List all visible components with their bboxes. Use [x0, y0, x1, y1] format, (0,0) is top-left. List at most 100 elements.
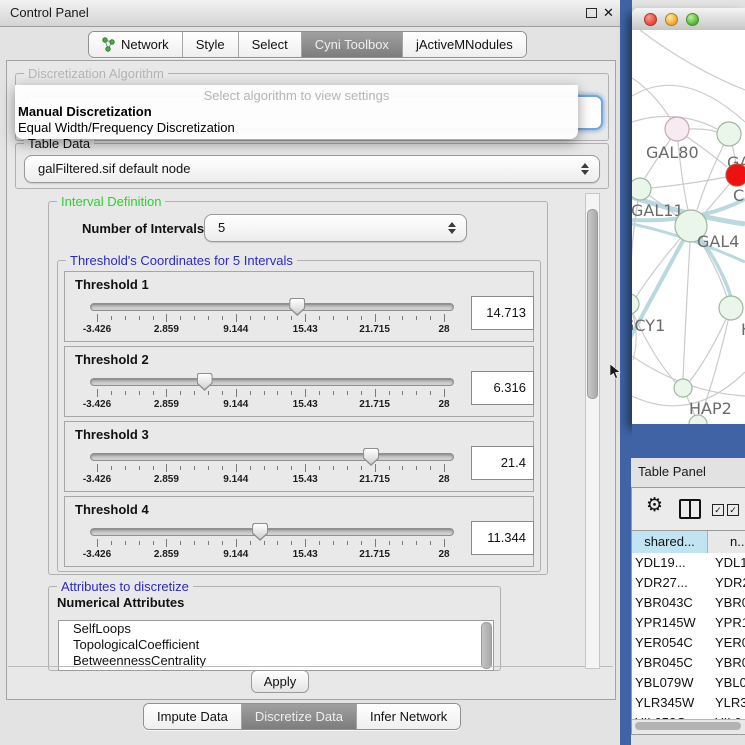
- slider-track[interactable]: [90, 303, 454, 311]
- slider-tick: [305, 464, 306, 472]
- network-node-c[interactable]: [726, 164, 745, 186]
- float-window-icon[interactable]: [586, 8, 597, 18]
- scrollbar-thumb[interactable]: [635, 722, 741, 730]
- slider-thumb[interactable]: [197, 373, 213, 391]
- cell-name[interactable]: YDL1: [710, 553, 745, 573]
- table-row[interactable]: YLR345WYLR3: [632, 693, 745, 713]
- algorithm-option-equal-width-frequency-discretization[interactable]: Equal Width/Frequency Discretization: [18, 120, 235, 135]
- attribute-item-topologicalcoefficient[interactable]: TopologicalCoefficient: [59, 637, 493, 653]
- slider-tick: [305, 539, 306, 547]
- slider-tick-label: 2.859: [154, 474, 179, 485]
- checkbox-icon[interactable]: ✓: [727, 504, 739, 516]
- cell-shared-name[interactable]: YDR27...: [632, 573, 710, 593]
- network-graph[interactable]: GAL80GACGAL11GAL4GCY1HHAP2: [632, 30, 745, 424]
- network-node-gcy1[interactable]: [632, 294, 639, 314]
- cell-shared-name[interactable]: YBR045C: [632, 653, 710, 673]
- slider-thumb[interactable]: [289, 298, 305, 316]
- table-row[interactable]: YER054CYER0: [632, 633, 745, 653]
- network-node-h[interactable]: [719, 296, 743, 320]
- column-header-shared-name[interactable]: shared...: [632, 531, 708, 553]
- table-row[interactable]: YDL19...YDL1: [632, 553, 745, 573]
- algorithm-option-manual-discretization[interactable]: Manual Discretization: [18, 104, 152, 119]
- slider-track[interactable]: [90, 378, 454, 386]
- slider-thumb[interactable]: [252, 523, 268, 541]
- network-node-hap2[interactable]: [674, 379, 692, 397]
- tab-infer-network[interactable]: Infer Network: [356, 704, 460, 729]
- number-of-intervals-combobox[interactable]: 5: [204, 214, 467, 242]
- network-edge[interactable]: [640, 30, 745, 90]
- minimize-traffic-light-icon[interactable]: [665, 13, 678, 26]
- network-edge[interactable]: [677, 130, 688, 210]
- network-icon: [102, 37, 115, 52]
- panel-vertical-scrollbar[interactable]: [585, 193, 600, 669]
- cell-name[interactable]: YER0: [710, 633, 745, 653]
- slider-tick-label: 28: [438, 399, 449, 410]
- cell-name[interactable]: YBR0: [710, 593, 745, 613]
- gear-icon[interactable]: ⚙: [646, 494, 663, 516]
- column-header-name[interactable]: n...: [708, 531, 745, 553]
- slider-thumb[interactable]: [363, 448, 379, 466]
- network-canvas[interactable]: GAL80GACGAL11GAL4GCY1HHAP2: [632, 30, 745, 424]
- table-horizontal-scrollbar[interactable]: [632, 719, 745, 733]
- network-edge[interactable]: [683, 226, 691, 379]
- list-scrollbar-thumb[interactable]: [481, 622, 492, 669]
- slider-tick: [180, 391, 181, 395]
- tab-discretize-data[interactable]: Discretize Data: [241, 704, 356, 729]
- numerical-attributes-list[interactable]: SelfLoopsTopologicalCoefficientBetweenne…: [58, 620, 494, 671]
- tab-impute-data[interactable]: Impute Data: [144, 704, 241, 729]
- threshold-value-field[interactable]: 14.713: [471, 296, 534, 330]
- table-row[interactable]: YBL079WYBL0: [632, 673, 745, 693]
- slider-track[interactable]: [90, 528, 454, 536]
- checkbox-icon[interactable]: ✓: [712, 504, 724, 516]
- tab-jactivemnodules[interactable]: jActiveMNodules: [402, 32, 526, 57]
- tab-style[interactable]: Style: [182, 32, 238, 57]
- table-row[interactable]: YDR27...YDR2: [632, 573, 745, 593]
- cell-name[interactable]: YPR1: [710, 613, 745, 633]
- tab-cyni-toolbox[interactable]: Cyni Toolbox: [301, 32, 402, 57]
- slider-tick: [277, 466, 278, 470]
- network-node-gal11[interactable]: [632, 178, 651, 200]
- table-row[interactable]: YPR145WYPR1: [632, 613, 745, 633]
- tab-select[interactable]: Select: [238, 32, 301, 57]
- cell-shared-name[interactable]: YLR345W: [632, 693, 710, 713]
- table-row[interactable]: YBR043CYBR0: [632, 593, 745, 613]
- cyni-toolbox-panel: Discretization Algorithm Select algorith…: [6, 60, 616, 700]
- cell-shared-name[interactable]: YDL19...: [632, 553, 710, 573]
- cell-shared-name[interactable]: YER054C: [632, 633, 710, 653]
- network-node-gal80[interactable]: [665, 117, 689, 141]
- slider-tick: [361, 316, 362, 320]
- slider-tick: [250, 391, 251, 395]
- cell-name[interactable]: YLR3: [710, 693, 745, 713]
- threshold-value-field[interactable]: 11.344: [471, 521, 534, 555]
- network-edge[interactable]: [632, 85, 745, 122]
- network-node-ga[interactable]: [717, 122, 741, 146]
- slider-tick: [291, 541, 292, 545]
- slider-tick: [361, 391, 362, 395]
- apply-button[interactable]: Apply: [251, 670, 309, 693]
- zoom-traffic-light-icon[interactable]: [686, 13, 699, 26]
- cell-shared-name[interactable]: YBL079W: [632, 673, 710, 693]
- cell-shared-name[interactable]: YBR043C: [632, 593, 710, 613]
- cell-name[interactable]: YBR0: [710, 653, 745, 673]
- scrollbar-thumb[interactable]: [587, 209, 598, 399]
- cell-name[interactable]: YBL0: [710, 673, 745, 693]
- threshold-value-field[interactable]: 6.316: [471, 371, 534, 405]
- attribute-item-selfloops[interactable]: SelfLoops: [59, 621, 493, 637]
- slider-tick: [333, 466, 334, 470]
- close-icon[interactable]: ✕: [603, 5, 614, 21]
- slider-tick: [375, 389, 376, 397]
- toolbox-tab-bar: NetworkStyleSelectCyni ToolboxjActiveMNo…: [88, 31, 527, 58]
- cell-shared-name[interactable]: YPR145W: [632, 613, 710, 633]
- slider-track[interactable]: [90, 453, 454, 461]
- columns-icon[interactable]: [679, 499, 701, 519]
- slider-tick: [402, 391, 403, 395]
- close-traffic-light-icon[interactable]: [644, 13, 657, 26]
- cell-name[interactable]: YDR2: [710, 573, 745, 593]
- threshold-value-field[interactable]: 21.4: [471, 446, 534, 480]
- table-data-combobox[interactable]: galFiltered.sif default node: [24, 155, 600, 183]
- tab-network[interactable]: Network: [89, 32, 182, 57]
- tab-label: Discretize Data: [255, 704, 343, 729]
- table-row[interactable]: YBR045CYBR0: [632, 653, 745, 673]
- network-window-titlebar[interactable]: [632, 8, 745, 31]
- network-edge[interactable]: [651, 175, 737, 188]
